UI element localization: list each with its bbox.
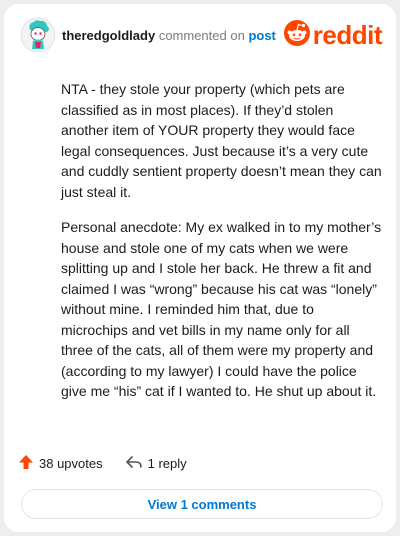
avatar[interactable]: [20, 17, 56, 53]
action-text: commented on: [158, 28, 245, 43]
upvote-count: 38 upvotes: [39, 455, 103, 471]
reply-arrow-icon: [125, 454, 143, 473]
reply-count: 1 reply: [147, 455, 187, 471]
upvote-button[interactable]: 38 upvotes: [18, 454, 103, 473]
username[interactable]: theredgoldlady: [62, 28, 155, 43]
comment-body: NTA - they stole your property (which pe…: [61, 79, 383, 417]
comment-meta: theredgoldlady commented on post: [62, 28, 276, 44]
comment-paragraph: Personal anecdote: My ex walked in to my…: [61, 219, 382, 399]
reddit-brand[interactable]: reddit: [283, 19, 383, 51]
reply-button[interactable]: 1 reply: [125, 454, 187, 473]
view-comments-button[interactable]: View 1 comments: [21, 489, 383, 519]
post-link[interactable]: post: [248, 28, 275, 43]
comment-actions: 38 upvotes 1 reply: [18, 453, 209, 473]
comment-paragraph: NTA - they stole your property (which pe…: [61, 81, 382, 200]
upvote-arrow-icon: [18, 454, 34, 473]
comment-card: theredgoldlady commented on post reddit: [4, 4, 396, 532]
reddit-snoo-icon: [283, 19, 310, 51]
comment-header: theredgoldlady commented on post reddit: [20, 17, 383, 53]
reddit-wordmark: reddit: [312, 20, 383, 50]
